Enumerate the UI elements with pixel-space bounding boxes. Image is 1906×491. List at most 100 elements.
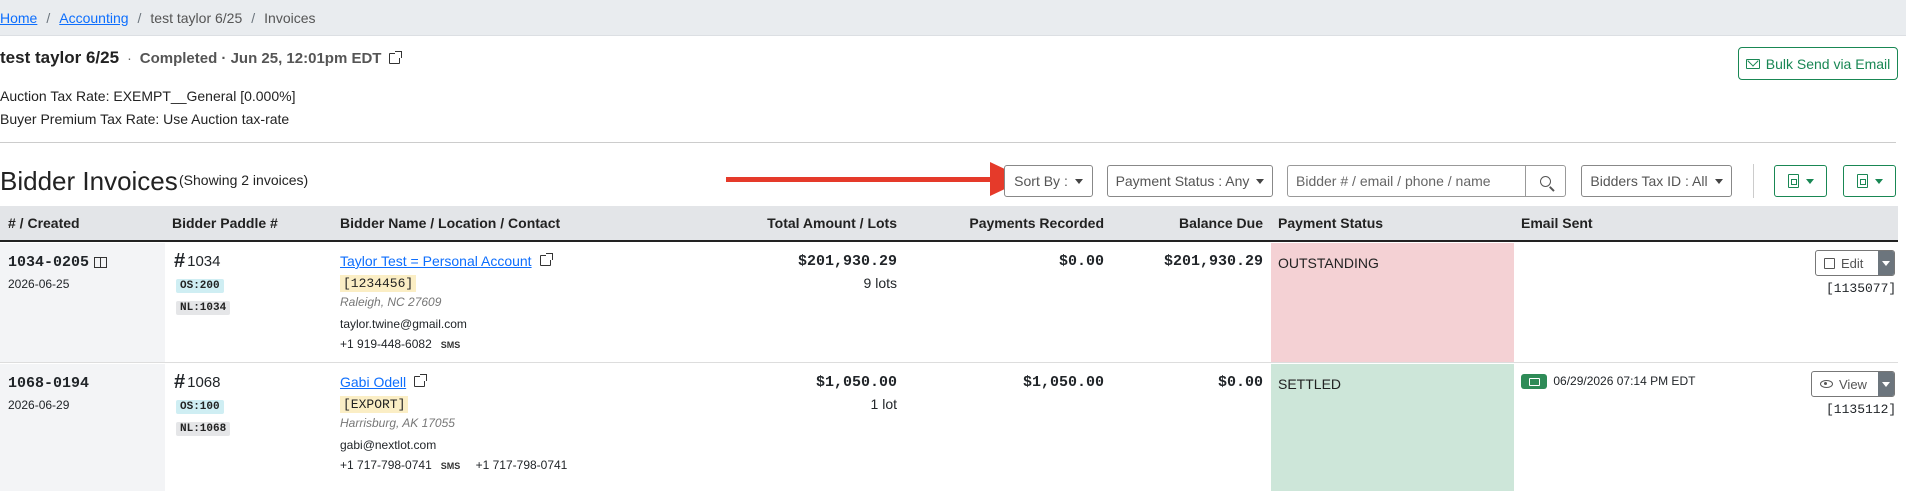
sort-by-dropdown[interactable]: Sort By : xyxy=(1004,165,1093,197)
bidder-phone-wrap: +1 919-448-6082 SMS xyxy=(340,337,460,351)
caret-down-icon xyxy=(1074,178,1083,184)
breadcrumb-separator: / xyxy=(46,9,51,26)
view-label: View xyxy=(1839,376,1867,392)
external-link-icon[interactable] xyxy=(389,50,403,64)
caret-down-icon xyxy=(1874,178,1883,184)
export-spreadsheet-button[interactable] xyxy=(1843,165,1896,197)
col-payments[interactable]: Payments Recorded xyxy=(930,206,1104,242)
toolbar-divider xyxy=(1753,164,1754,198)
payment-status: OUTSTANDING xyxy=(1278,255,1379,271)
edit-dropdown-toggle[interactable] xyxy=(1878,251,1894,275)
bidder-tag: [1234456] xyxy=(340,275,417,292)
sms-label: SMS xyxy=(440,461,461,471)
bidder-location: Raleigh, NC 27609 xyxy=(340,295,442,309)
paddle-number-wrap: #1034 xyxy=(174,250,221,273)
bidder-search-input[interactable] xyxy=(1287,165,1526,197)
caret-down-icon xyxy=(1805,178,1814,184)
invoice-number-wrap: 1034-0205 xyxy=(8,253,108,271)
bidder-name-wrap: Gabi Odell xyxy=(340,374,428,390)
search-button[interactable] xyxy=(1525,165,1566,197)
nl-badge: NL:1068 xyxy=(176,422,231,436)
lot-count: 9 lots xyxy=(863,275,897,291)
bidder-name-link[interactable]: Taylor Test = Personal Account xyxy=(340,253,532,269)
buyer-premium-tax-rate: Buyer Premium Tax Rate: Use Auction tax-… xyxy=(0,111,290,127)
caret-down-icon xyxy=(1882,381,1890,387)
bidder-location: Harrisburg, AK 17055 xyxy=(340,416,455,430)
caret-down-icon xyxy=(1714,178,1723,184)
section-title: Bidder Invoices xyxy=(0,166,178,196)
total-amount: $201,930.29 xyxy=(797,253,897,270)
payment-status-dropdown[interactable]: Payment Status : Any xyxy=(1107,165,1273,197)
col-paddle[interactable]: Bidder Paddle # xyxy=(172,206,278,242)
os-badge: OS:200 xyxy=(176,279,224,293)
external-link-icon[interactable] xyxy=(414,374,428,387)
auction-name: test taylor 6/25 xyxy=(0,48,120,67)
created-date: 2026-06-29 xyxy=(8,398,70,412)
payments-recorded: $1,050.00 xyxy=(1022,374,1104,391)
separator-dot: · xyxy=(127,50,132,66)
bulk-send-email-button[interactable]: Bulk Send via Email xyxy=(1738,47,1898,80)
view-button[interactable]: View xyxy=(1811,371,1895,397)
col-total[interactable]: Total Amount / Lots xyxy=(730,206,897,242)
invoice-count: (Showing 2 invoices) xyxy=(179,172,309,188)
bidder-name-wrap: Taylor Test = Personal Account xyxy=(340,253,553,269)
paddle-number-wrap: #1068 xyxy=(174,371,221,394)
edit-label: Edit xyxy=(1841,255,1864,271)
breadcrumb-separator: / xyxy=(251,9,256,26)
lot-count: 1 lot xyxy=(870,396,897,412)
invoice-ref: [1135077] xyxy=(1826,281,1897,296)
caret-down-icon xyxy=(1882,260,1890,266)
payment-status: SETTLED xyxy=(1278,376,1342,392)
breadcrumb-accounting-link[interactable]: Accounting xyxy=(59,10,128,26)
auction-status: Completed · Jun 25, 12:01pm EDT xyxy=(139,49,382,67)
breadcrumb-home-link[interactable]: Home xyxy=(0,10,37,26)
sort-by-label: Sort By : xyxy=(1014,173,1068,189)
bulk-send-label: Bulk Send via Email xyxy=(1765,55,1891,72)
edit-button[interactable]: Edit xyxy=(1815,250,1895,276)
file-spreadsheet-icon xyxy=(1856,174,1868,188)
view-dropdown-toggle[interactable] xyxy=(1878,372,1894,396)
auction-tax-rate: Auction Tax Rate: EXEMPT__General [0.000… xyxy=(0,88,296,104)
paddle-number: 1068 xyxy=(187,374,221,391)
caret-down-icon xyxy=(1256,178,1265,184)
email-sent-icon xyxy=(1521,374,1547,390)
book-icon[interactable] xyxy=(94,256,108,268)
total-amount: $1,050.00 xyxy=(815,374,897,391)
envelope-icon xyxy=(1745,58,1760,69)
table-row: 1034-0205 2026-06-25 #1034 OS:200 NL:103… xyxy=(0,243,1898,363)
balance-due: $0.00 xyxy=(1217,374,1263,391)
breadcrumb-separator: / xyxy=(137,9,142,26)
breadcrumb: Home / Accounting / test taylor 6/25 / I… xyxy=(0,0,1906,36)
annotation-arrow xyxy=(726,177,996,182)
os-badge: OS:100 xyxy=(176,400,224,414)
export-pdf-button[interactable] xyxy=(1774,165,1827,197)
breadcrumb-current: Invoices xyxy=(264,9,316,26)
paddle-number: 1034 xyxy=(187,253,221,270)
table-header: # / Created Bidder Paddle # Bidder Name … xyxy=(0,206,1898,242)
col-email-sent[interactable]: Email Sent xyxy=(1521,206,1593,242)
bidders-tax-id-dropdown[interactable]: Bidders Tax ID : All xyxy=(1581,165,1732,197)
bidder-phone-secondary: +1 717-798-0741 xyxy=(475,458,568,472)
col-balance[interactable]: Balance Due xyxy=(1120,206,1263,242)
table-row: 1068-0194 2026-06-29 #1068 OS:100 NL:106… xyxy=(0,364,1898,491)
balance-due: $201,930.29 xyxy=(1163,253,1263,270)
pencil-icon xyxy=(1824,257,1835,269)
hash-icon: # xyxy=(174,371,186,393)
bidder-email: gabi@nextlot.com xyxy=(340,438,437,452)
col-created[interactable]: # / Created xyxy=(8,206,80,242)
nl-badge: NL:1034 xyxy=(176,301,231,315)
col-payment-status[interactable]: Payment Status xyxy=(1278,206,1383,242)
eye-icon xyxy=(1820,380,1833,388)
payment-status-label: Payment Status : Any xyxy=(1115,173,1250,189)
file-pdf-icon xyxy=(1787,174,1799,188)
invoice-number[interactable]: 1034-0205 xyxy=(8,254,89,271)
bidder-name-link[interactable]: Gabi Odell xyxy=(340,374,406,390)
email-sent-date: 06/29/2026 07:14 PM EDT xyxy=(1553,374,1696,388)
breadcrumb-auction: test taylor 6/25 xyxy=(150,9,243,26)
sms-label: SMS xyxy=(440,340,461,350)
external-link-icon[interactable] xyxy=(539,253,553,266)
invoice-number[interactable]: 1068-0194 xyxy=(8,375,89,392)
col-bidder[interactable]: Bidder Name / Location / Contact xyxy=(340,206,560,242)
search-icon xyxy=(1540,175,1551,187)
bidder-phone: +1 717-798-0741 xyxy=(340,458,432,472)
